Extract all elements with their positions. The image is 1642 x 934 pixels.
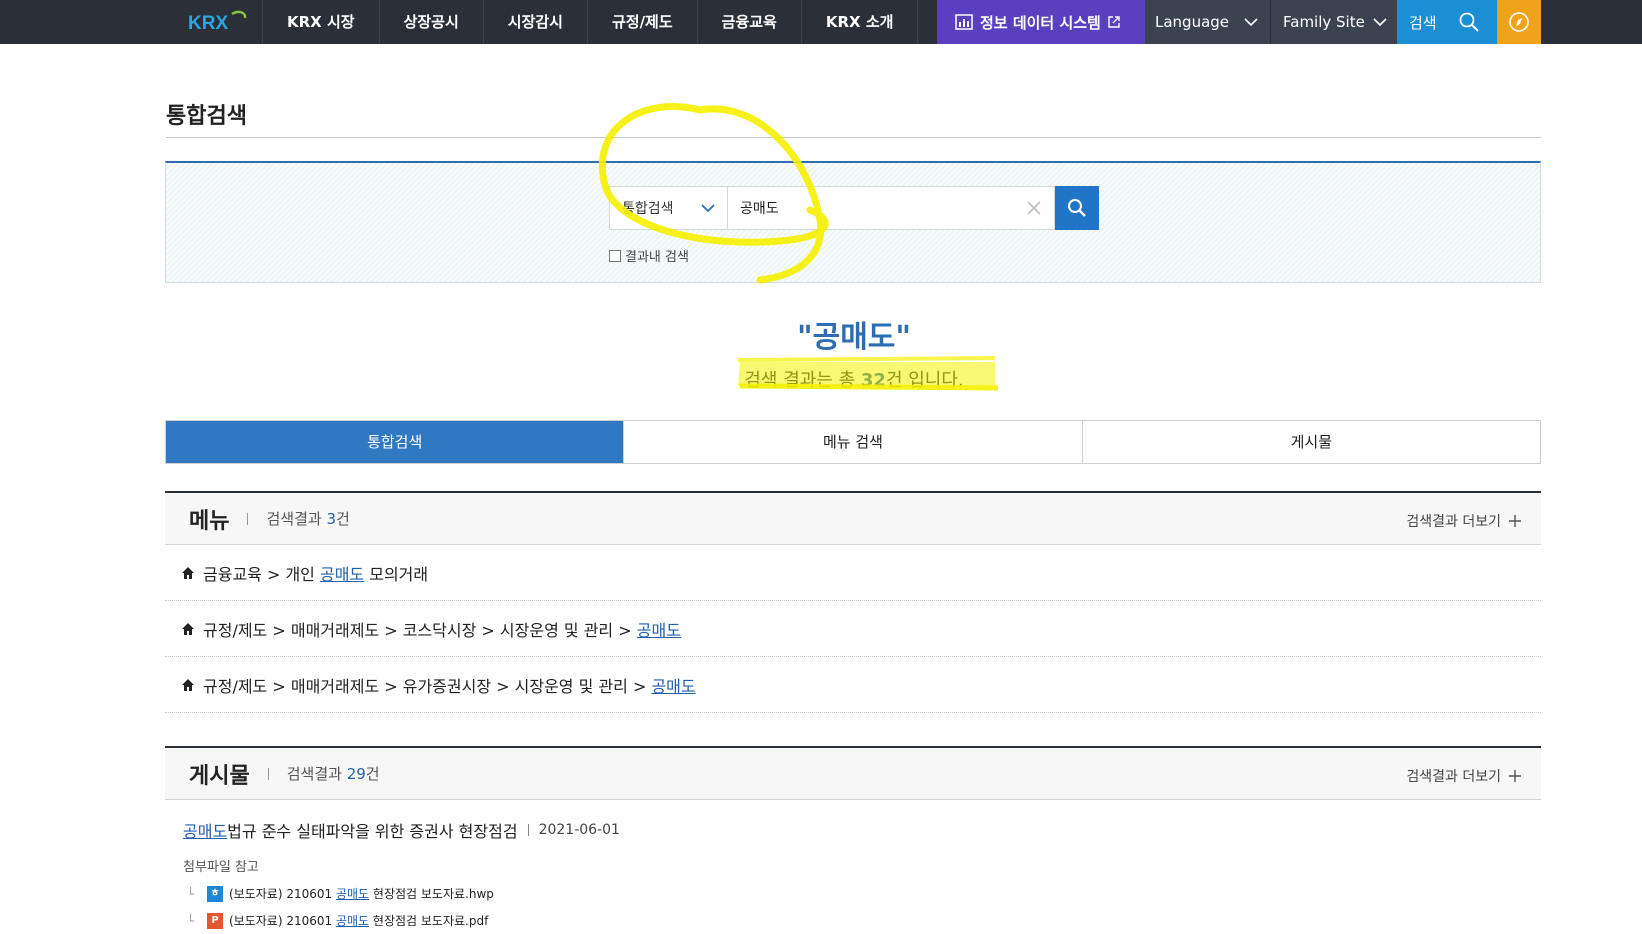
- search-scope-value: 통합검색: [622, 201, 674, 217]
- post-title-term[interactable]: 공매도: [183, 818, 227, 842]
- nav-regulations[interactable]: 규정/제도: [586, 0, 697, 44]
- clear-icon[interactable]: [1026, 200, 1042, 216]
- nav-financial-education[interactable]: 금융교육: [696, 0, 801, 44]
- top-search-button[interactable]: 검색: [1397, 0, 1497, 44]
- chevron-down-icon: [1373, 18, 1387, 26]
- search-scope-select[interactable]: 통합검색: [609, 186, 727, 230]
- search-within-checkbox[interactable]: [609, 249, 621, 262]
- menu-link[interactable]: 공매도: [320, 565, 364, 584]
- pdf-icon: P: [207, 912, 223, 929]
- compass-icon: [1509, 12, 1529, 32]
- plus-icon: [1509, 515, 1521, 527]
- list-item[interactable]: 규정/제도 > 매매거래제도 > 유가증권시장 > 시장운영 및 관리 > 공매…: [165, 657, 1541, 713]
- search-submit-button[interactable]: [1055, 186, 1099, 230]
- chevron-down-icon: [1244, 18, 1258, 26]
- post-more-link[interactable]: 검색결과 더보기: [1406, 766, 1521, 786]
- nav-about-krx[interactable]: KRX 소개: [800, 0, 919, 44]
- top-navigation-bar: KRX KRX 시장 상장공시 시장감시 규정/제도 금융교육 KRX 소개 정…: [0, 0, 1642, 44]
- nav-listing-disclosure[interactable]: 상장공시: [378, 0, 483, 44]
- nav-krx-market[interactable]: KRX 시장: [262, 0, 379, 44]
- tab-integrated-search[interactable]: 통합검색: [166, 421, 624, 463]
- data-system-label: 정보 데이터 시스템: [980, 13, 1101, 32]
- main-nav: KRX 시장 상장공시 시장감시 규정/제도 금융교육 KRX 소개: [262, 0, 919, 44]
- menu-section-title: 메뉴: [189, 508, 230, 534]
- search-panel: 통합검색 공매도 결과내 검색: [165, 161, 1541, 283]
- post-section-title: 게시물: [189, 763, 250, 789]
- title-divider: [166, 137, 1541, 138]
- page-title: 통합검색: [166, 104, 247, 129]
- home-icon: [182, 622, 194, 635]
- post-section-count: 검색결과 29건: [286, 765, 380, 783]
- divider: [267, 767, 269, 780]
- result-count-number: 32: [860, 370, 886, 391]
- menu-section-header: 메뉴 검색결과 3건 검색결과 더보기: [165, 491, 1541, 545]
- attachment-name: (보도자료) 210601 공매도 현장점검 보도자료.hwp: [229, 887, 494, 901]
- sitemap-button[interactable]: [1497, 0, 1541, 44]
- attachment-item[interactable]: └ ㅎ (보도자료) 210601 공매도 현장점검 보도자료.hwp: [183, 885, 1541, 902]
- post-title[interactable]: 공매도 법규 준수 실태파악을 위한 증권사 현장점검 2021-06-01: [183, 818, 1541, 842]
- result-count-text: 검색 결과는 총 32건 입니다.: [0, 366, 1642, 392]
- post-item: 공매도 법규 준수 실태파악을 위한 증권사 현장점검 2021-06-01 첨…: [165, 818, 1541, 929]
- post-more-label: 검색결과 더보기: [1406, 769, 1501, 785]
- language-dropdown[interactable]: Language: [1145, 0, 1271, 44]
- result-tabs: 통합검색 메뉴 검색 게시물: [165, 420, 1541, 464]
- post-date: 2021-06-01: [538, 822, 620, 838]
- plus-icon: [1509, 770, 1521, 782]
- result-keyword: "공매도": [796, 320, 912, 355]
- divider: [527, 824, 529, 836]
- language-label: Language: [1155, 13, 1230, 31]
- menu-link[interactable]: 공매도: [637, 621, 681, 640]
- menu-link[interactable]: 공매도: [651, 677, 695, 696]
- chevron-down-icon: [701, 204, 715, 212]
- menu-path: 규정/제도 > 매매거래제도 > 코스닥시장 > 시장운영 및 관리 > 공매도: [203, 620, 681, 640]
- krx-logo[interactable]: KRX: [188, 8, 250, 36]
- home-icon: [182, 566, 194, 579]
- search-within-results[interactable]: 결과내 검색: [609, 246, 689, 265]
- menu-path: 금융교육 > 개인 공매도 모의거래: [203, 564, 429, 584]
- tree-branch: └: [187, 886, 195, 901]
- attachment-name: (보도자료) 210601 공매도 현장점검 보도자료.pdf: [229, 914, 489, 928]
- tab-posts[interactable]: 게시물: [1081, 421, 1540, 463]
- list-item[interactable]: 금융교육 > 개인 공매도 모의거래: [165, 545, 1541, 601]
- top-search-label: 검색: [1409, 13, 1437, 32]
- external-link-icon: [1108, 16, 1120, 28]
- menu-more-label: 검색결과 더보기: [1406, 514, 1501, 530]
- menu-results-section: 메뉴 검색결과 3건 검색결과 더보기 금융교육 > 개인 공매도 모의거래 규…: [165, 491, 1541, 713]
- post-section-header: 게시물 검색결과 29건 검색결과 더보기: [165, 746, 1541, 800]
- family-site-dropdown[interactable]: Family Site: [1271, 0, 1397, 44]
- divider: [247, 512, 249, 525]
- menu-more-link[interactable]: 검색결과 더보기: [1406, 511, 1521, 531]
- hwp-icon: ㅎ: [207, 885, 223, 902]
- svg-text:KRX: KRX: [188, 13, 228, 34]
- search-icon: [1459, 12, 1479, 32]
- tab-menu-search[interactable]: 메뉴 검색: [623, 421, 1081, 463]
- result-count-prefix: 검색 결과는 총: [744, 370, 861, 391]
- menu-section-count: 검색결과 3건: [266, 510, 350, 528]
- result-count-suffix: 건 입니다.: [885, 370, 964, 391]
- family-site-label: Family Site: [1283, 13, 1365, 31]
- list-item[interactable]: 규정/제도 > 매매거래제도 > 코스닥시장 > 시장운영 및 관리 > 공매도: [165, 601, 1541, 657]
- tree-branch: └: [187, 913, 195, 928]
- search-within-label: 결과내 검색: [625, 250, 689, 265]
- data-system-link[interactable]: 정보 데이터 시스템: [937, 0, 1145, 44]
- search-icon: [1068, 199, 1086, 217]
- search-input-value: 공매도: [740, 201, 779, 217]
- post-note: 첨부파일 참고: [183, 860, 259, 875]
- post-results-section: 게시물 검색결과 29건 검색결과 더보기 공매도 법규 준수 실태파악을 위한…: [165, 746, 1541, 929]
- search-input[interactable]: 공매도: [727, 186, 1055, 230]
- home-icon: [182, 678, 194, 691]
- nav-market-surveillance[interactable]: 시장감시: [482, 0, 587, 44]
- post-title-text[interactable]: 법규 준수 실태파악을 위한 증권사 현장점검: [227, 818, 517, 842]
- menu-path: 규정/제도 > 매매거래제도 > 유가증권시장 > 시장운영 및 관리 > 공매…: [203, 676, 696, 696]
- chart-icon: [955, 14, 973, 30]
- attachment-item[interactable]: └ P (보도자료) 210601 공매도 현장점검 보도자료.pdf: [183, 912, 1541, 929]
